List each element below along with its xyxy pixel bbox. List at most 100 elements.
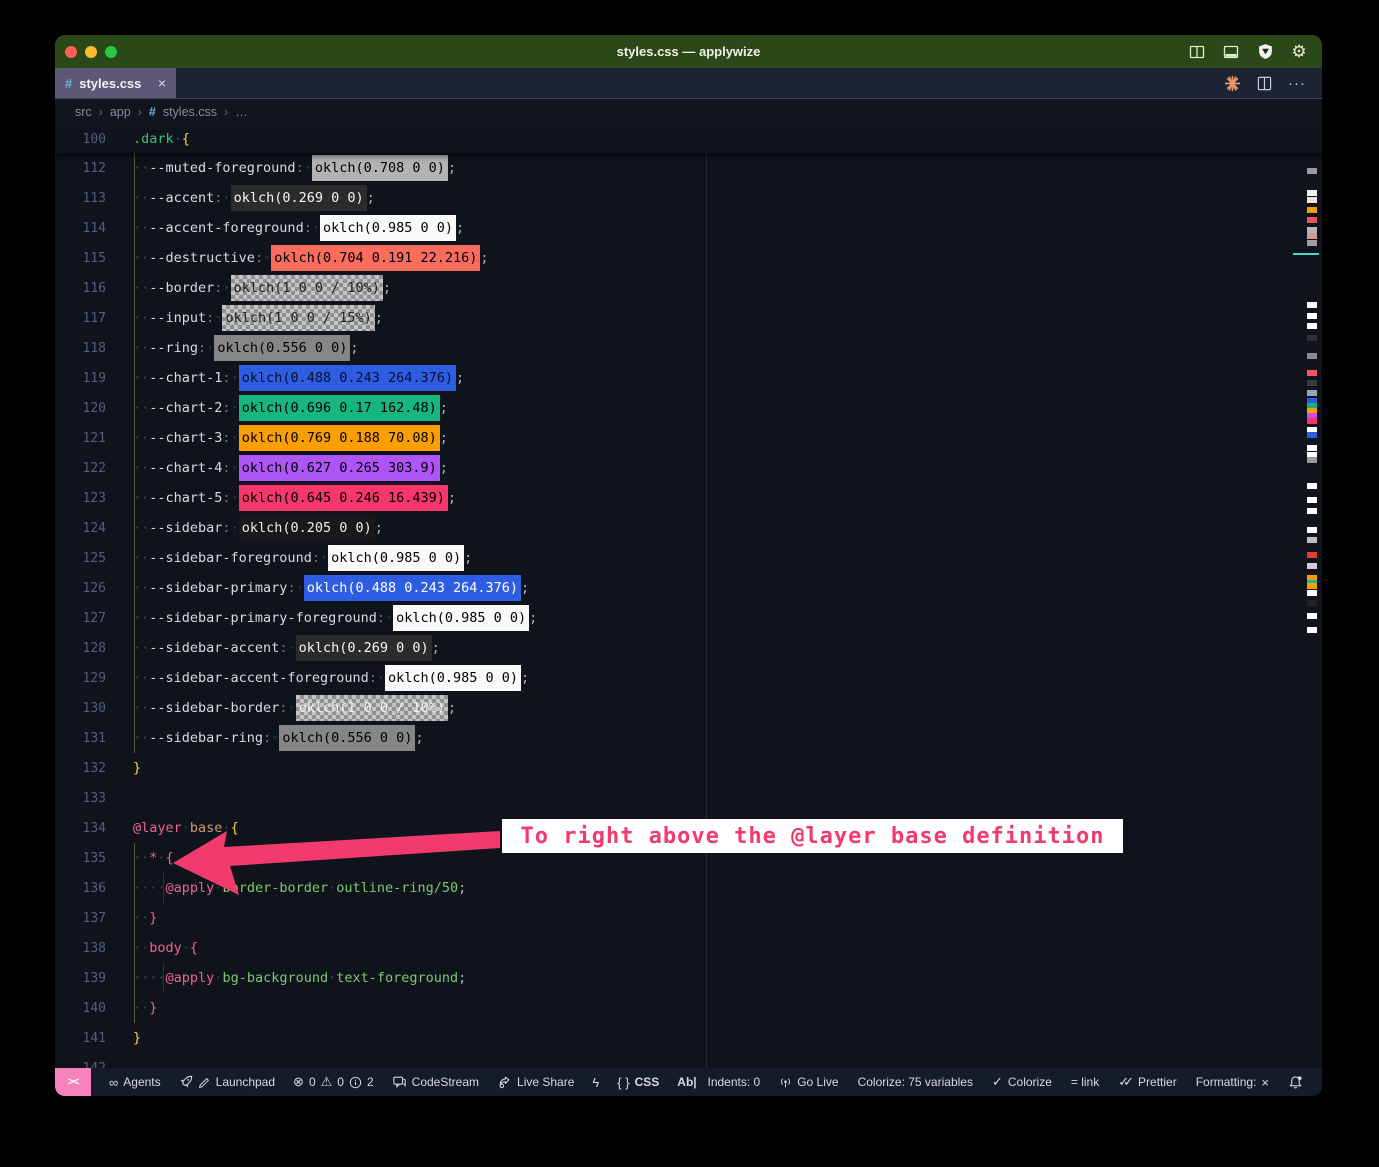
statusbar-codestream[interactable]: CodeStream <box>392 1075 479 1089</box>
statusbar-launchpad[interactable]: Launchpad <box>179 1075 275 1089</box>
code-line-131[interactable]: 131··--sidebar-ring:·oklch(0.556 0 0); <box>55 723 1322 753</box>
code-line-126[interactable]: 126··--sidebar-primary:·oklch(0.488 0.24… <box>55 573 1322 603</box>
breadcrumb-app[interactable]: app <box>110 105 131 119</box>
minimap-block <box>1307 432 1317 438</box>
lightning-icon[interactable]: ϟ <box>592 1075 599 1090</box>
remote-indicator[interactable]: >< <box>55 1068 91 1096</box>
code-line-114[interactable]: 114··--accent-foreground:·oklch(0.985 0 … <box>55 213 1322 243</box>
indent-guide <box>134 243 135 273</box>
statusbar-formatting[interactable]: Formatting: × <box>1196 1075 1269 1090</box>
code-line-116[interactable]: 116··--border:·oklch(1 0 0 / 10%); <box>55 273 1322 303</box>
chevron-right-icon: › <box>138 105 142 119</box>
indent-guide <box>134 513 135 543</box>
breadcrumb-src[interactable]: src <box>75 105 92 119</box>
code-line-137[interactable]: 137··} <box>55 903 1322 933</box>
code-line-132[interactable]: 132} <box>55 753 1322 783</box>
code-line-119[interactable]: 119··--chart-1:·oklch(0.488 0.243 264.37… <box>55 363 1322 393</box>
line-number: 138 <box>55 941 106 956</box>
statusbar-golive[interactable]: Go Live <box>779 1075 838 1089</box>
tab-close-icon[interactable]: × <box>158 75 166 91</box>
code-line-124[interactable]: 124··--sidebar:·oklch(0.205 0 0); <box>55 513 1322 543</box>
code-line-122[interactable]: 122··--chart-4:·oklch(0.627 0.265 303.9)… <box>55 453 1322 483</box>
breadcrumb-file[interactable]: styles.css <box>163 105 217 119</box>
statusbar-agents[interactable]: ∞ Agents <box>109 1075 161 1090</box>
minimap-block <box>1307 168 1317 174</box>
minimap-block <box>1307 293 1317 299</box>
editor-ruler <box>706 125 707 1068</box>
breadcrumb[interactable]: src › app › # styles.css › … <box>55 99 1322 125</box>
warning-icon: ⚠ <box>321 1074 333 1090</box>
code-line-129[interactable]: 129··--sidebar-accent-foreground:·oklch(… <box>55 663 1322 693</box>
share-arrow-icon <box>497 1075 512 1089</box>
braces-icon: { } <box>617 1075 629 1090</box>
line-number: 121 <box>55 431 106 446</box>
code-line-128[interactable]: 128··--sidebar-accent:·oklch(0.269 0 0); <box>55 633 1322 663</box>
more-actions-icon[interactable]: ··· <box>1288 75 1306 92</box>
line-number: 116 <box>55 281 106 296</box>
code-line-118[interactable]: 118··--ring:·oklch(0.556 0 0); <box>55 333 1322 363</box>
code-line-100[interactable]: 100.dark·{ <box>55 125 190 154</box>
code-text: } <box>133 1023 141 1053</box>
indent-guide <box>134 873 135 903</box>
rocket-icon <box>179 1075 193 1089</box>
statusbar-prettier[interactable]: ✓✓ Prettier <box>1118 1074 1176 1090</box>
indent-guide <box>134 603 135 633</box>
code-line-121[interactable]: 121 ··--chart-3:·oklch(0.769 0.188 70.08)… <box>55 423 1322 453</box>
indent-guide <box>134 153 135 183</box>
line-number: 126 <box>55 581 106 596</box>
sticky-scroll-line[interactable]: 100.dark·{ <box>55 125 1322 153</box>
line-number: 134 <box>55 821 106 836</box>
css-file-icon: # <box>149 105 156 119</box>
code-line-141[interactable]: 141} <box>55 1023 1322 1053</box>
split-editor-icon[interactable] <box>1257 76 1272 91</box>
code-line-117[interactable]: 117··--input:·oklch(1 0 0 / 15%); <box>55 303 1322 333</box>
code-text: ··} <box>133 903 157 933</box>
indent-guide <box>134 543 135 573</box>
chevron-right-icon: › <box>224 105 228 119</box>
code-line-130[interactable]: 130··--sidebar-border:·oklch(1 0 0 / 10%… <box>55 693 1322 723</box>
minimap-block <box>1307 197 1317 203</box>
statusbar-problems[interactable]: ⊗ 0 ⚠ 0 2 <box>293 1074 374 1090</box>
code-editor[interactable]: 100.dark·{ 112··--muted-foreground:·oklc… <box>55 125 1322 1068</box>
code-line-123[interactable]: 123··--chart-5:·oklch(0.645 0.246 16.439… <box>55 483 1322 513</box>
code-line-112[interactable]: 112··--muted-foreground:·oklch(0.708 0 0… <box>55 153 1322 183</box>
code-text: ··--sidebar-foreground:·oklch(0.985 0 0)… <box>133 543 472 573</box>
bell-icon[interactable] <box>1288 1075 1303 1090</box>
code-line-140[interactable]: 140··} <box>55 993 1322 1023</box>
cross-icon: × <box>1261 1075 1269 1090</box>
gear-icon[interactable]: ⚙ <box>1290 43 1308 61</box>
statusbar-language-mode[interactable]: { } CSS <box>617 1075 659 1090</box>
code-text: ··--chart-3:·oklch(0.769 0.188 70.08); <box>133 423 448 453</box>
annotation-arrow <box>155 787 515 907</box>
code-line-115[interactable]: 115··--destructive:·oklch(0.704 0.191 22… <box>55 243 1322 273</box>
code-line-142[interactable]: 142 <box>55 1053 1322 1068</box>
toggle-panel-icon[interactable] <box>1222 43 1240 61</box>
tab-styles-css[interactable]: # styles.css × <box>55 68 176 98</box>
line-number: 141 <box>55 1031 106 1046</box>
split-columns-icon[interactable] <box>1188 43 1206 61</box>
code-line-138[interactable]: 138··body·{ <box>55 933 1322 963</box>
code-text: } <box>133 753 141 783</box>
code-line-127[interactable]: 127··--sidebar-primary-foreground:·oklch… <box>55 603 1322 633</box>
statusbar-ab-indicator[interactable]: Ab| <box>677 1075 696 1089</box>
starburst-extension-icon[interactable] <box>1224 75 1241 92</box>
statusbar-link[interactable]: = link <box>1071 1075 1099 1089</box>
minimap-block <box>1307 380 1317 386</box>
breadcrumb-symbol[interactable]: … <box>235 105 248 119</box>
line-number: 124 <box>55 521 106 536</box>
statusbar-indents[interactable]: Indents: 0 <box>707 1075 760 1089</box>
shield-extension-icon[interactable] <box>1256 43 1274 61</box>
statusbar-colorize[interactable]: ✓ Colorize <box>992 1074 1052 1090</box>
code-text: ··--chart-1:·oklch(0.488 0.243 264.376); <box>133 363 464 393</box>
code-line-120[interactable]: 120··--chart-2:·oklch(0.696 0.17 162.48)… <box>55 393 1322 423</box>
code-line-125[interactable]: 125··--sidebar-foreground:·oklch(0.985 0… <box>55 543 1322 573</box>
code-line-113[interactable]: 113··--accent:·oklch(0.269 0 0); <box>55 183 1322 213</box>
statusbar-liveshare[interactable]: Live Share <box>497 1075 574 1089</box>
minimap-block <box>1307 537 1317 543</box>
minimap-cursor-marker <box>1293 253 1319 255</box>
indent-guide <box>134 633 135 663</box>
statusbar-colorize-count[interactable]: Colorize: 75 variables <box>858 1075 973 1089</box>
indent-guide <box>134 483 135 513</box>
indent-guide <box>134 363 135 393</box>
code-line-139[interactable]: 139····@apply·bg-background·text-foregro… <box>55 963 1322 993</box>
